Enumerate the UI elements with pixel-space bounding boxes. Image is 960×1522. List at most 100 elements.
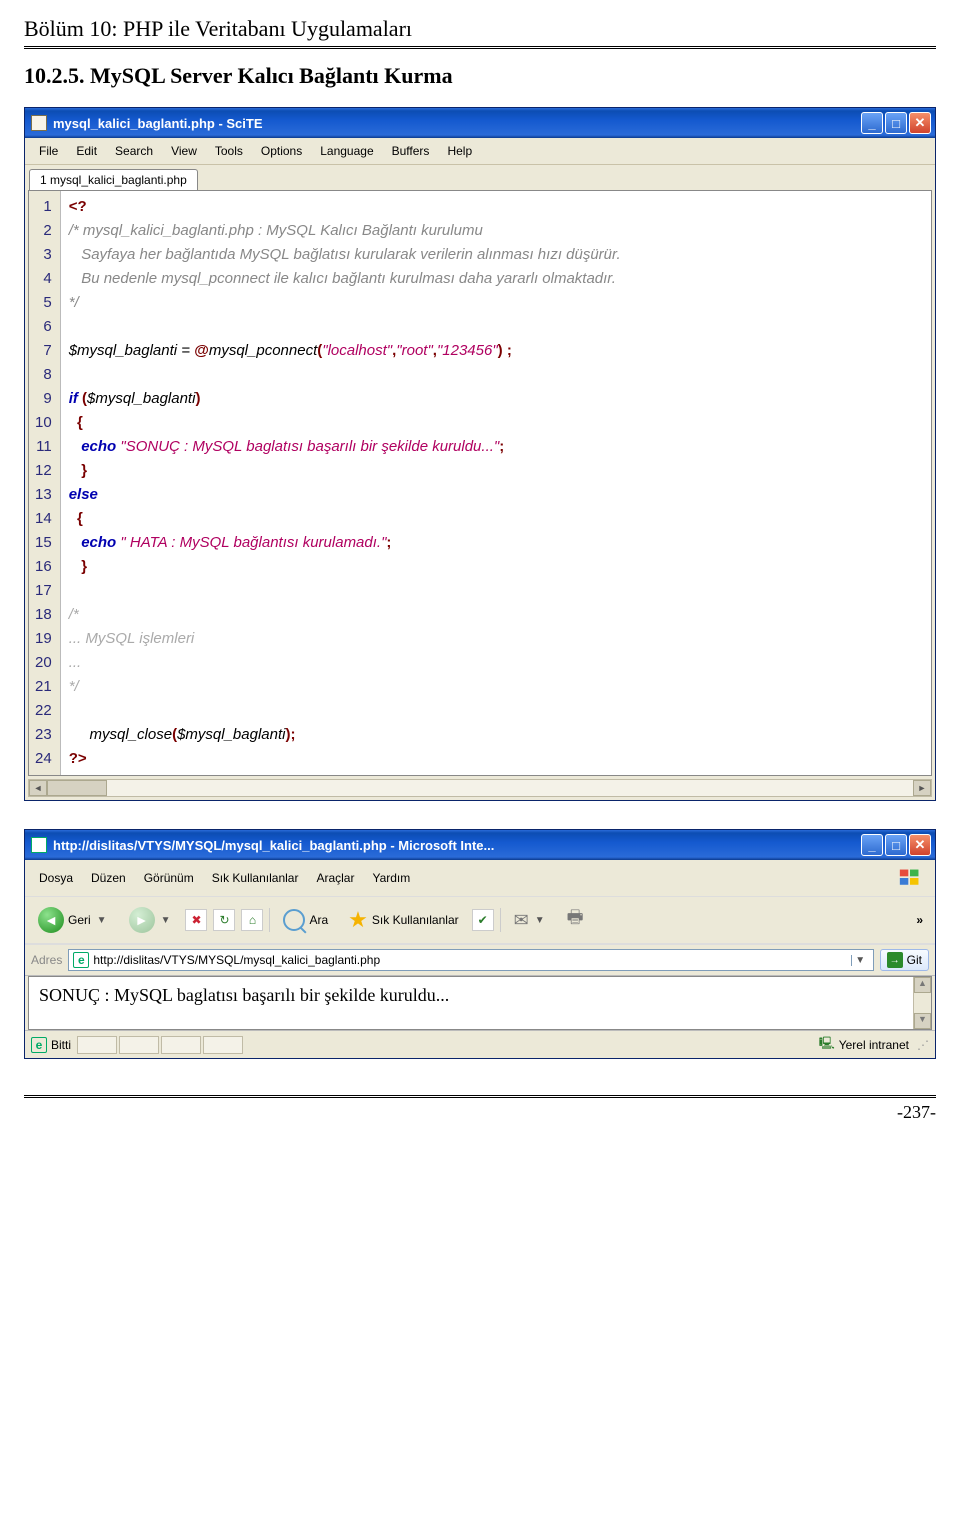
menu-edit[interactable]: Edit: [68, 142, 105, 160]
section-title: 10.2.5. MySQL Server Kalıcı Bağlantı Kur…: [24, 63, 936, 89]
menu-file[interactable]: File: [31, 142, 66, 160]
ie-status-page-icon: e: [31, 1037, 47, 1053]
ie-menu-yardim[interactable]: Yardım: [364, 869, 418, 887]
ie-favorites-button[interactable]: ★ Sık Kullanılanlar: [341, 903, 465, 937]
home-icon[interactable]: ⌂: [241, 909, 263, 931]
status-panes: [77, 1036, 243, 1054]
menu-tools[interactable]: Tools: [207, 142, 251, 160]
code-l20: ...: [69, 654, 82, 671]
header-rule: [24, 46, 936, 49]
menu-language[interactable]: Language: [312, 142, 381, 160]
scite-window: mysql_kalici_baglanti.php - SciTE _ □ ✕ …: [24, 107, 936, 801]
toolbar-overflow-icon[interactable]: »: [916, 913, 929, 927]
code-l21: */: [69, 678, 79, 695]
maximize-button[interactable]: □: [885, 112, 907, 134]
ie-search-button[interactable]: Ara: [276, 905, 335, 935]
ie-menu-gorunum[interactable]: Görünüm: [136, 869, 202, 887]
ie-forward-button[interactable]: ► ▼: [122, 903, 180, 937]
code-l15-echo: echo: [69, 534, 121, 551]
ie-go-button[interactable]: → Git: [880, 949, 929, 971]
scite-tab-file[interactable]: 1 mysql_kalici_baglanti.php: [29, 169, 198, 190]
ie-go-label: Git: [907, 953, 922, 967]
printer-icon: 🖶: [567, 905, 584, 935]
status-pane: [119, 1036, 159, 1054]
code-l3: Sayfaya her bağlantıda MySQL bağlatısı k…: [69, 246, 621, 263]
menu-search[interactable]: Search: [107, 142, 161, 160]
ie-print-button[interactable]: 🖶: [560, 901, 591, 939]
hscroll-right-button[interactable]: ►: [913, 780, 931, 796]
ie-minimize-button[interactable]: _: [861, 834, 883, 856]
ie-menu-sik[interactable]: Sık Kullanılanlar: [204, 869, 307, 887]
code-l12: }: [69, 462, 87, 479]
ie-mail-button[interactable]: ✉ ▼: [507, 906, 554, 935]
ie-security-zone: 🖳 Yerel intranet: [819, 1034, 909, 1055]
code-l10: {: [69, 414, 83, 431]
scite-title-text: mysql_kalici_baglanti.php - SciTE: [53, 116, 861, 131]
hscroll-track[interactable]: [47, 780, 913, 796]
history-icon[interactable]: ✔: [472, 909, 494, 931]
ie-page-icon: e: [73, 952, 89, 968]
stop-icon[interactable]: ✖: [185, 909, 207, 931]
windows-flag-icon: [891, 864, 929, 892]
ie-menu-araclar[interactable]: Araçlar: [308, 869, 362, 887]
vscroll-down-button[interactable]: ▼: [914, 1013, 931, 1029]
ie-addr-label: Adres: [31, 953, 62, 967]
ie-close-button[interactable]: ✕: [909, 834, 931, 856]
menu-help[interactable]: Help: [439, 142, 480, 160]
ie-status-done: Bitti: [51, 1038, 71, 1052]
code-l14: {: [69, 510, 83, 527]
ie-toolbar-buttons: ◄ Geri ▼ ► ▼ ✖ ↻ ⌂ Ara ★ Sık Kullanılanl…: [25, 896, 935, 944]
code-l5: */: [69, 294, 79, 311]
close-button[interactable]: ✕: [909, 112, 931, 134]
star-icon: ★: [348, 907, 368, 933]
chevron-down-icon[interactable]: ▼: [533, 915, 547, 926]
code-l11-echo: echo: [69, 438, 121, 455]
ie-menu-dosya[interactable]: Dosya: [31, 869, 81, 887]
ie-menu-duzen[interactable]: Düzen: [83, 869, 134, 887]
intranet-icon: 🖳: [819, 1034, 835, 1055]
code-l18: /*: [69, 606, 79, 623]
scite-app-icon: [31, 115, 47, 131]
ie-zone-label: Yerel intranet: [839, 1038, 909, 1052]
back-arrow-icon: ◄: [38, 907, 64, 933]
ie-menubar: Dosya Düzen Görünüm Sık Kullanılanlar Ar…: [25, 860, 935, 896]
ie-fav-label: Sık Kullanılanlar: [372, 913, 459, 927]
code-l24: ?>: [69, 750, 87, 767]
scite-editor[interactable]: 1 2 3 4 5 6 7 8 9 10 11 12 13 14 15 16 1…: [28, 190, 932, 776]
code-l23-fn: mysql_close: [69, 726, 172, 743]
ie-addr-input[interactable]: e http://dislitas/VTYS/MYSQL/mysql_kalic…: [68, 949, 873, 971]
menu-options[interactable]: Options: [253, 142, 310, 160]
code-l7-var: $mysql_baglanti: [69, 342, 177, 359]
chevron-down-icon[interactable]: ▼: [95, 915, 109, 926]
ie-window: http://dislitas/VTYS/MYSQL/mysql_kalici_…: [24, 829, 936, 1059]
minimize-button[interactable]: _: [861, 112, 883, 134]
scite-code[interactable]: <? /* mysql_kalici_baglanti.php : MySQL …: [61, 191, 931, 775]
code-l9-if: if: [69, 390, 82, 407]
ie-address-bar: Adres e http://dislitas/VTYS/MYSQL/mysql…: [25, 944, 935, 975]
vscroll-up-button[interactable]: ▲: [914, 977, 931, 993]
mail-icon: ✉: [514, 910, 529, 931]
refresh-icon[interactable]: ↻: [213, 909, 235, 931]
address-dropdown-icon[interactable]: ▼: [851, 955, 869, 966]
ie-search-label: Ara: [309, 913, 328, 927]
code-l19: ... MySQL işlemleri: [69, 630, 195, 647]
ie-maximize-button[interactable]: □: [885, 834, 907, 856]
resize-grip-icon[interactable]: ⋰: [917, 1038, 929, 1052]
status-pane: [203, 1036, 243, 1054]
scite-hscrollbar[interactable]: ◄ ►: [28, 779, 932, 797]
ie-title-text: http://dislitas/VTYS/MYSQL/mysql_kalici_…: [53, 838, 861, 853]
status-pane: [77, 1036, 117, 1054]
status-pane: [161, 1036, 201, 1054]
hscroll-thumb[interactable]: [47, 780, 107, 796]
ie-back-label: Geri: [68, 913, 91, 927]
ie-vscrollbar[interactable]: ▲ ▼: [913, 977, 931, 1029]
ie-back-button[interactable]: ◄ Geri ▼: [31, 903, 116, 937]
code-l16: }: [69, 558, 87, 575]
menu-view[interactable]: View: [163, 142, 205, 160]
ie-titlebar[interactable]: http://dislitas/VTYS/MYSQL/mysql_kalici_…: [25, 830, 935, 860]
ie-content-area[interactable]: SONUÇ : MySQL baglatısı başarılı bir şek…: [28, 976, 932, 1030]
chevron-down-icon[interactable]: ▼: [159, 915, 173, 926]
scite-titlebar[interactable]: mysql_kalici_baglanti.php - SciTE _ □ ✕: [25, 108, 935, 138]
menu-buffers[interactable]: Buffers: [384, 142, 438, 160]
hscroll-left-button[interactable]: ◄: [29, 780, 47, 796]
